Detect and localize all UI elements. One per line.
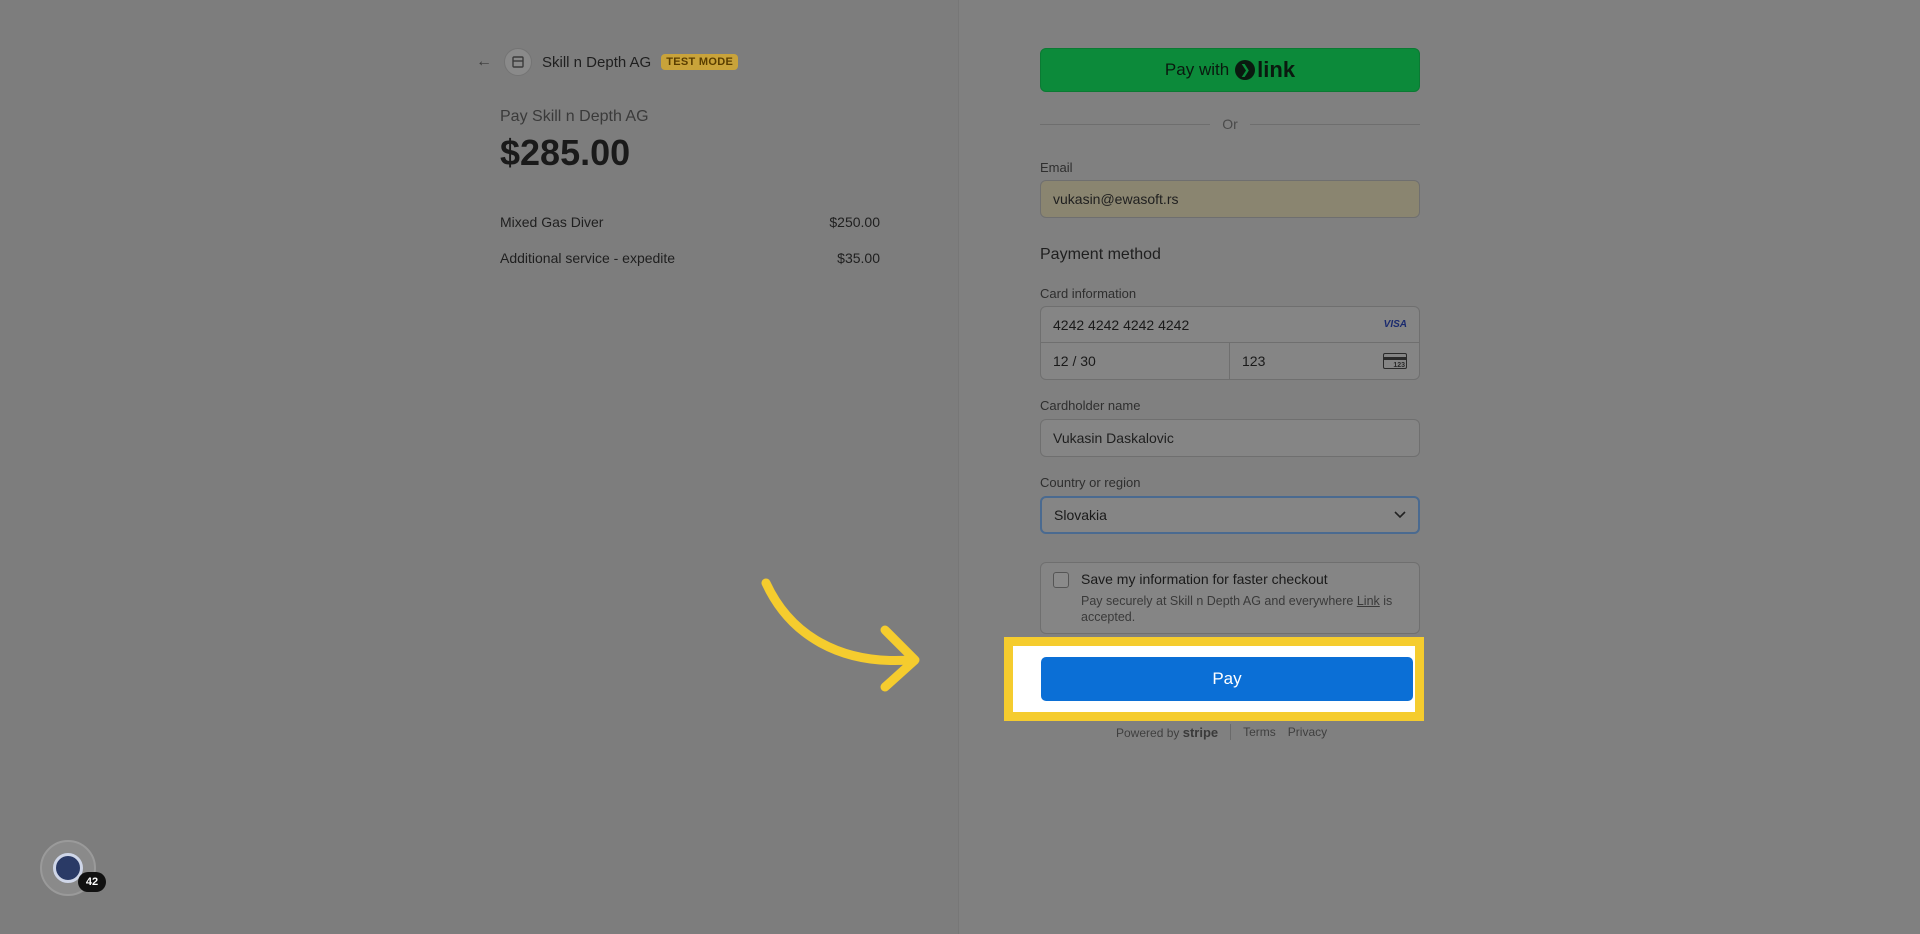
merchant-header: ← Skill n Depth AG TEST MODE: [476, 48, 739, 76]
card-cvc-value: 123: [1242, 353, 1266, 369]
line-item: Mixed Gas Diver $250.00: [500, 214, 880, 230]
card-info-label: Card information: [1040, 286, 1137, 301]
cvc-card-icon: 123: [1383, 353, 1407, 369]
card-number-value: 4242 4242 4242 4242: [1053, 316, 1190, 333]
test-mode-badge: TEST MODE: [661, 54, 739, 70]
card-expiry-input[interactable]: 12 / 30: [1041, 343, 1230, 379]
link-text-link[interactable]: Link: [1357, 594, 1380, 608]
privacy-link[interactable]: Privacy: [1288, 725, 1327, 739]
terms-link[interactable]: Terms: [1243, 725, 1276, 739]
powered-by-text: Powered by: [1116, 725, 1180, 740]
order-summary-pane: [0, 0, 958, 934]
footer-divider: [1230, 724, 1232, 740]
merchant-logo-icon: [504, 48, 532, 76]
card-info-group: 4242 4242 4242 4242 VISA 12 / 30 123 123: [1040, 306, 1420, 380]
line-item-price: $250.00: [829, 214, 880, 230]
card-number-input[interactable]: 4242 4242 4242 4242 VISA: [1041, 307, 1419, 343]
link-logo-text: link: [1257, 57, 1296, 82]
save-info-title: Save my information for faster checkout: [1081, 571, 1328, 587]
line-item-name: Mixed Gas Diver: [500, 214, 604, 230]
cvc-icon-text: 123: [1393, 362, 1405, 369]
total-amount: $285.00: [500, 132, 631, 173]
payment-method-title: Payment method: [1040, 246, 1161, 263]
country-value: Slovakia: [1054, 507, 1107, 523]
chevron-down-icon: [1394, 508, 1406, 522]
stripe-logo[interactable]: stripe: [1183, 725, 1218, 740]
or-divider: Or: [1040, 114, 1420, 134]
payment-form-pane: [958, 0, 1920, 934]
powered-by-label: Powered by stripe: [1116, 725, 1218, 740]
line-item-price: $35.00: [837, 250, 880, 266]
save-info-description: Pay securely at Skill n Depth AG and eve…: [1081, 593, 1407, 625]
link-chevron-icon: ❯: [1235, 60, 1256, 80]
back-arrow-icon[interactable]: ←: [476, 53, 494, 71]
email-label: Email: [1040, 160, 1073, 175]
visa-icon: VISA: [1383, 319, 1407, 330]
cardholder-label: Cardholder name: [1040, 398, 1141, 413]
save-info-box: Save my information for faster checkout …: [1040, 562, 1420, 634]
save-desc-prefix: Pay securely at Skill n Depth AG and eve…: [1081, 594, 1354, 608]
pay-to-label: Pay Skill n Depth AG: [500, 108, 649, 125]
pointer-arrow-icon: [761, 578, 920, 692]
card-expiry-value: 12 / 30: [1053, 353, 1096, 369]
cardholder-name-field[interactable]: Vukasin Daskalovic: [1040, 419, 1420, 457]
link-button-label: Pay with: [1164, 60, 1230, 79]
cardholder-value: Vukasin Daskalovic: [1053, 430, 1174, 446]
divider-line: [1249, 123, 1420, 125]
link-logo: ❯ link: [1235, 57, 1295, 83]
email-field[interactable]: vukasin@ewasoft.rs: [1040, 180, 1420, 218]
merchant-name: Skill n Depth AG: [542, 53, 652, 71]
notification-count-badge: 42: [78, 872, 106, 892]
country-select[interactable]: Slovakia: [1040, 496, 1420, 534]
footer: Powered by stripe Terms Privacy: [1116, 724, 1327, 740]
line-item-name: Additional service - expedite: [500, 250, 676, 266]
line-item: Additional service - expedite $35.00: [500, 250, 880, 266]
or-text: Or: [1222, 116, 1238, 132]
country-label: Country or region: [1040, 475, 1141, 490]
divider-line: [1040, 123, 1211, 125]
card-cvc-input[interactable]: 123 123: [1230, 343, 1419, 379]
save-info-checkbox[interactable]: [1053, 572, 1069, 588]
pay-with-link-button[interactable]: Pay with ❯ link: [1040, 48, 1420, 92]
email-value: vukasin@ewasoft.rs: [1053, 191, 1179, 207]
pay-button[interactable]: Pay: [1041, 657, 1413, 701]
